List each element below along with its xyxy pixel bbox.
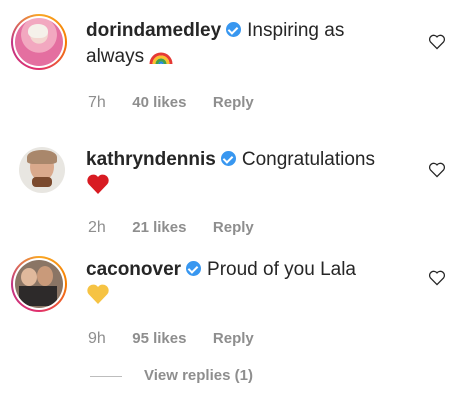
comment-text: caconover Proud of you Lala <box>86 257 356 313</box>
avatar[interactable] <box>11 256 67 312</box>
like-heart-icon[interactable] <box>428 34 446 50</box>
timestamp: 9h <box>88 330 106 347</box>
reply-button[interactable]: Reply <box>213 94 254 111</box>
divider-line <box>90 375 122 377</box>
comment-body: Inspiring as <box>247 20 345 41</box>
comment-body-continued: always <box>86 46 145 67</box>
comment-body: Congratulations <box>241 149 375 170</box>
rainbow-emoji-icon <box>149 46 173 74</box>
comment-meta: 7h 40 likes Reply <box>88 94 276 112</box>
comment-meta: 2h 21 likes Reply <box>88 219 276 237</box>
comment-text: kathryndennis Congratulations <box>86 147 375 203</box>
red-heart-emoji-icon <box>86 173 110 203</box>
username[interactable]: kathryndennis <box>86 149 216 170</box>
view-replies-label[interactable]: View replies (1) <box>144 367 253 384</box>
comment-meta: 9h 95 likes Reply <box>88 330 276 348</box>
verified-badge-icon <box>226 22 242 37</box>
comment-body: Proud of you Lala <box>207 259 356 280</box>
reply-button[interactable]: Reply <box>213 219 254 236</box>
comment-text: dorindamedley Inspiring as always <box>86 18 344 74</box>
verified-badge-icon <box>220 151 236 166</box>
username[interactable]: dorindamedley <box>86 20 221 41</box>
timestamp: 2h <box>88 219 106 236</box>
yellow-heart-emoji-icon <box>86 283 110 313</box>
likes-count[interactable]: 95 likes <box>132 330 186 347</box>
likes-count[interactable]: 40 likes <box>132 94 186 111</box>
timestamp: 7h <box>88 94 106 111</box>
reply-button[interactable]: Reply <box>213 330 254 347</box>
like-heart-icon[interactable] <box>428 270 446 286</box>
verified-badge-icon <box>186 261 202 276</box>
view-replies-link[interactable]: View replies (1) <box>90 367 253 384</box>
avatar[interactable] <box>11 14 67 70</box>
username[interactable]: caconover <box>86 259 181 280</box>
like-heart-icon[interactable] <box>428 162 446 178</box>
likes-count[interactable]: 21 likes <box>132 219 186 236</box>
avatar[interactable] <box>19 147 65 193</box>
